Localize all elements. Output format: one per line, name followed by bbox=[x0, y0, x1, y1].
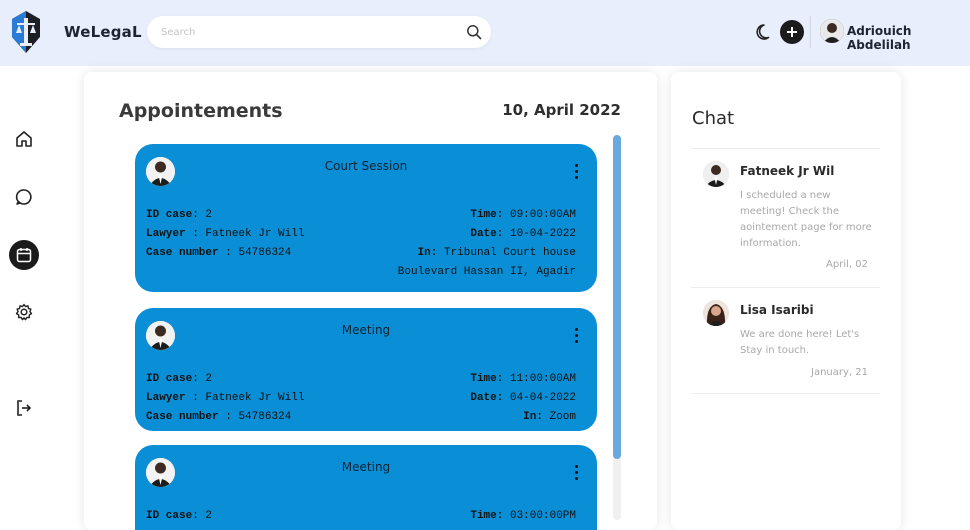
more-options-icon[interactable] bbox=[575, 465, 579, 481]
more-options-icon[interactable] bbox=[575, 164, 579, 180]
settings-icon[interactable] bbox=[10, 298, 38, 326]
appointment-type: Meeting bbox=[341, 460, 391, 474]
chat-timestamp: January, 21 bbox=[811, 367, 868, 378]
contact-avatar bbox=[703, 161, 729, 187]
header-divider bbox=[810, 16, 811, 48]
chat-timestamp: April, 02 bbox=[826, 259, 868, 270]
chat-message-preview: I scheduled a new meeting! Check the aoi… bbox=[740, 190, 872, 249]
logout-icon[interactable] bbox=[10, 394, 38, 422]
search-icon[interactable] bbox=[466, 24, 482, 40]
appointment-details-left: ID case: 2 Lawyer : Fatneek Jr Will Case… bbox=[146, 373, 305, 423]
appointment-details-left: ID case: 2 bbox=[146, 510, 213, 522]
chat-divider bbox=[691, 393, 880, 394]
brand-name[interactable]: WeLegaL bbox=[64, 23, 142, 41]
moon-icon[interactable] bbox=[755, 22, 775, 42]
calendar-icon[interactable] bbox=[9, 240, 39, 270]
user-name[interactable]: Adriouich Abdelilah bbox=[847, 24, 970, 52]
chat-item[interactable]: Lisa Isaribi We are done here! Let's Sta… bbox=[691, 288, 880, 393]
appointment-card[interactable]: Court Session ID case: 2 Lawyer : Fatnee… bbox=[135, 144, 597, 292]
scrollbar-thumb[interactable] bbox=[613, 135, 621, 459]
chat-panel: Chat Fatneek Jr Wil I scheduled a new me… bbox=[671, 72, 901, 530]
appointment-details-right: Time: 03:00:00PM bbox=[470, 510, 576, 522]
chat-title: Chat bbox=[692, 108, 735, 129]
search-input[interactable] bbox=[161, 24, 451, 40]
home-icon[interactable] bbox=[10, 125, 38, 153]
appointment-details-right: Time: 11:00:00AM Date: 04-04-2022 In: Zo… bbox=[470, 373, 576, 423]
plus-icon bbox=[787, 27, 797, 37]
more-options-icon[interactable] bbox=[575, 328, 579, 344]
chat-item[interactable]: Fatneek Jr Wil I scheduled a new meeting… bbox=[691, 149, 880, 287]
user-avatar[interactable] bbox=[820, 19, 844, 43]
top-bar: WeLegaL Adriouich Abdelilah bbox=[0, 0, 970, 66]
contact-avatar bbox=[703, 300, 729, 326]
appointment-details-left: ID case: 2 Lawyer : Fatneek Jr Will Case… bbox=[146, 209, 305, 259]
appointments-panel: Appointements 10, April 2022 Court Sessi… bbox=[84, 72, 657, 530]
chat-contact-name: Lisa Isaribi bbox=[740, 303, 814, 317]
appointment-card[interactable]: Meeting ID case: 2 Lawyer : Fatneek Jr W… bbox=[135, 308, 597, 431]
appointments-date: 10, April 2022 bbox=[502, 101, 621, 119]
appointments-scrollbar[interactable] bbox=[613, 135, 621, 520]
appointment-details-right: Time: 09:00:00AM Date: 10-04-2022 In: Tr… bbox=[397, 209, 576, 278]
chat-icon[interactable] bbox=[10, 183, 38, 211]
search-bar[interactable] bbox=[147, 16, 491, 48]
add-button[interactable] bbox=[780, 20, 804, 44]
chat-contact-name: Fatneek Jr Wil bbox=[740, 164, 835, 178]
appointment-type: Court Session bbox=[324, 159, 408, 173]
chat-message-preview: We are done here! Let's Stay in touch. bbox=[740, 329, 860, 356]
appointments-title: Appointements bbox=[119, 100, 283, 122]
welegal-logo-icon[interactable] bbox=[10, 11, 42, 53]
appointment-card[interactable]: Meeting ID case: 2 Time: 03:00:00PM bbox=[135, 445, 597, 530]
appointment-type: Meeting bbox=[341, 323, 391, 337]
